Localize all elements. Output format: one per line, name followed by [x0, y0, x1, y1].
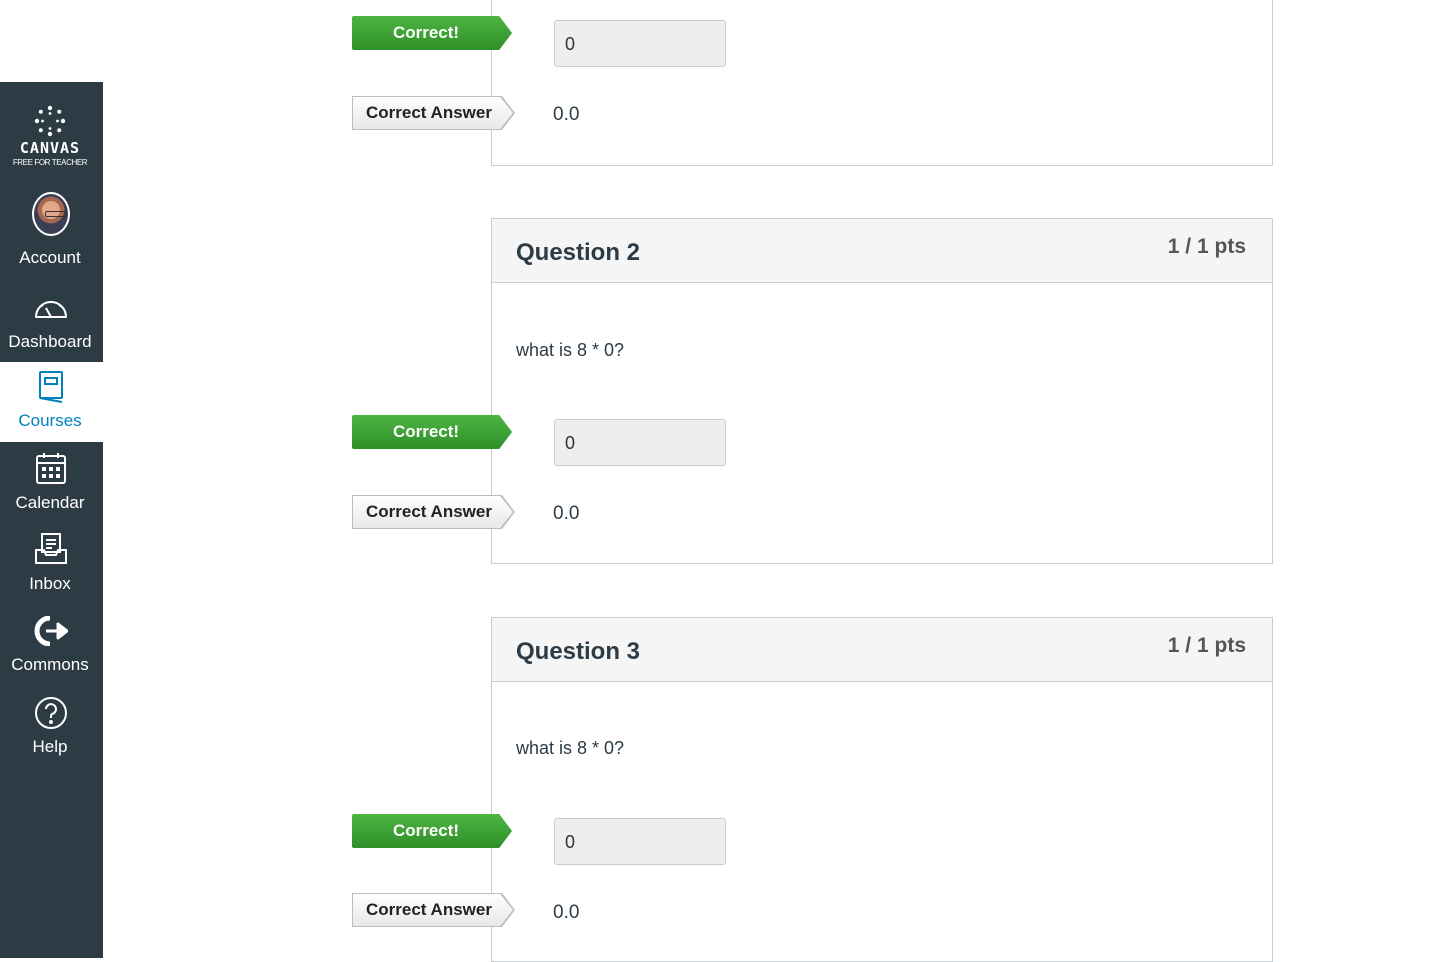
question-title: Question 3 [516, 638, 641, 665]
correct-answer-flag: Correct Answer [352, 893, 515, 927]
nav-label-courses: Courses [18, 411, 82, 430]
account-avatar [32, 192, 70, 236]
correct-answer-flag: Correct Answer [352, 495, 515, 529]
nav-item-help[interactable]: Help [0, 686, 103, 766]
question-header: Question 2 1 / 1 pts [492, 219, 1272, 283]
answer-field: 0 [554, 419, 726, 466]
nav-label-calendar: Calendar [15, 493, 85, 512]
inbox-icon [32, 531, 70, 567]
commons-icon [32, 613, 70, 649]
avatar [32, 192, 70, 236]
correct-answer-value: 0.0 [553, 104, 580, 125]
correct-answer-label: Correct Answer [353, 894, 513, 926]
correct-answer-value: 0.0 [553, 503, 580, 524]
nav-label-commons: Commons [11, 655, 89, 674]
nav-item-dashboard[interactable]: Dashboard [0, 282, 103, 362]
correct-answer-label: Correct Answer [353, 97, 513, 129]
correct-answer-label: Correct Answer [353, 496, 513, 528]
quiz-results: Correct! 0 Correct Answer 0.0 Question 2… [103, 0, 1443, 962]
logo-text: CANVAS [19, 139, 81, 157]
logo-subtext: FREE FOR TEACHER [12, 158, 88, 167]
nav-item-courses[interactable]: Courses [0, 362, 103, 442]
nav-label-inbox: Inbox [29, 574, 71, 593]
question-title: Question 2 [516, 239, 641, 266]
nav-item-calendar[interactable]: Calendar [0, 444, 103, 524]
question-points: 1 / 1 pts [1167, 235, 1246, 258]
question-points: 1 / 1 pts [1167, 634, 1246, 657]
nav-item-inbox[interactable]: Inbox [0, 525, 103, 605]
dashboard-icon [32, 290, 70, 326]
canvas-logo-icon [34, 105, 66, 137]
correct-flag: Correct! [352, 415, 512, 449]
nav-item-commons[interactable]: Commons [0, 605, 103, 685]
correct-flag: Correct! [352, 814, 512, 848]
question-text: what is 8 * 0? [516, 738, 625, 758]
question-3: Question 3 1 / 1 pts what is 8 * 0? [491, 617, 1273, 962]
correct-answer-flag: Correct Answer [352, 96, 515, 130]
canvas-logo[interactable]: CANVAS FREE FOR TEACHER [0, 82, 103, 186]
question-2: Question 2 1 / 1 pts what is 8 * 0? [491, 218, 1273, 564]
nav-label-help: Help [32, 737, 68, 756]
courses-icon [32, 369, 70, 405]
question-text: what is 8 * 0? [516, 340, 625, 360]
answer-field: 0 [554, 818, 726, 865]
help-icon [32, 695, 70, 731]
calendar-icon [32, 450, 70, 486]
global-navigation: CANVAS FREE FOR TEACHER Account Dashboar… [0, 82, 103, 958]
question-header: Question 3 1 / 1 pts [492, 618, 1272, 682]
nav-item-account[interactable]: Account [0, 186, 103, 267]
nav-label-account: Account [19, 248, 81, 267]
answer-field: 0 [554, 20, 726, 67]
correct-flag: Correct! [352, 16, 512, 50]
nav-label-dashboard: Dashboard [8, 332, 92, 351]
correct-answer-value: 0.0 [553, 902, 580, 923]
